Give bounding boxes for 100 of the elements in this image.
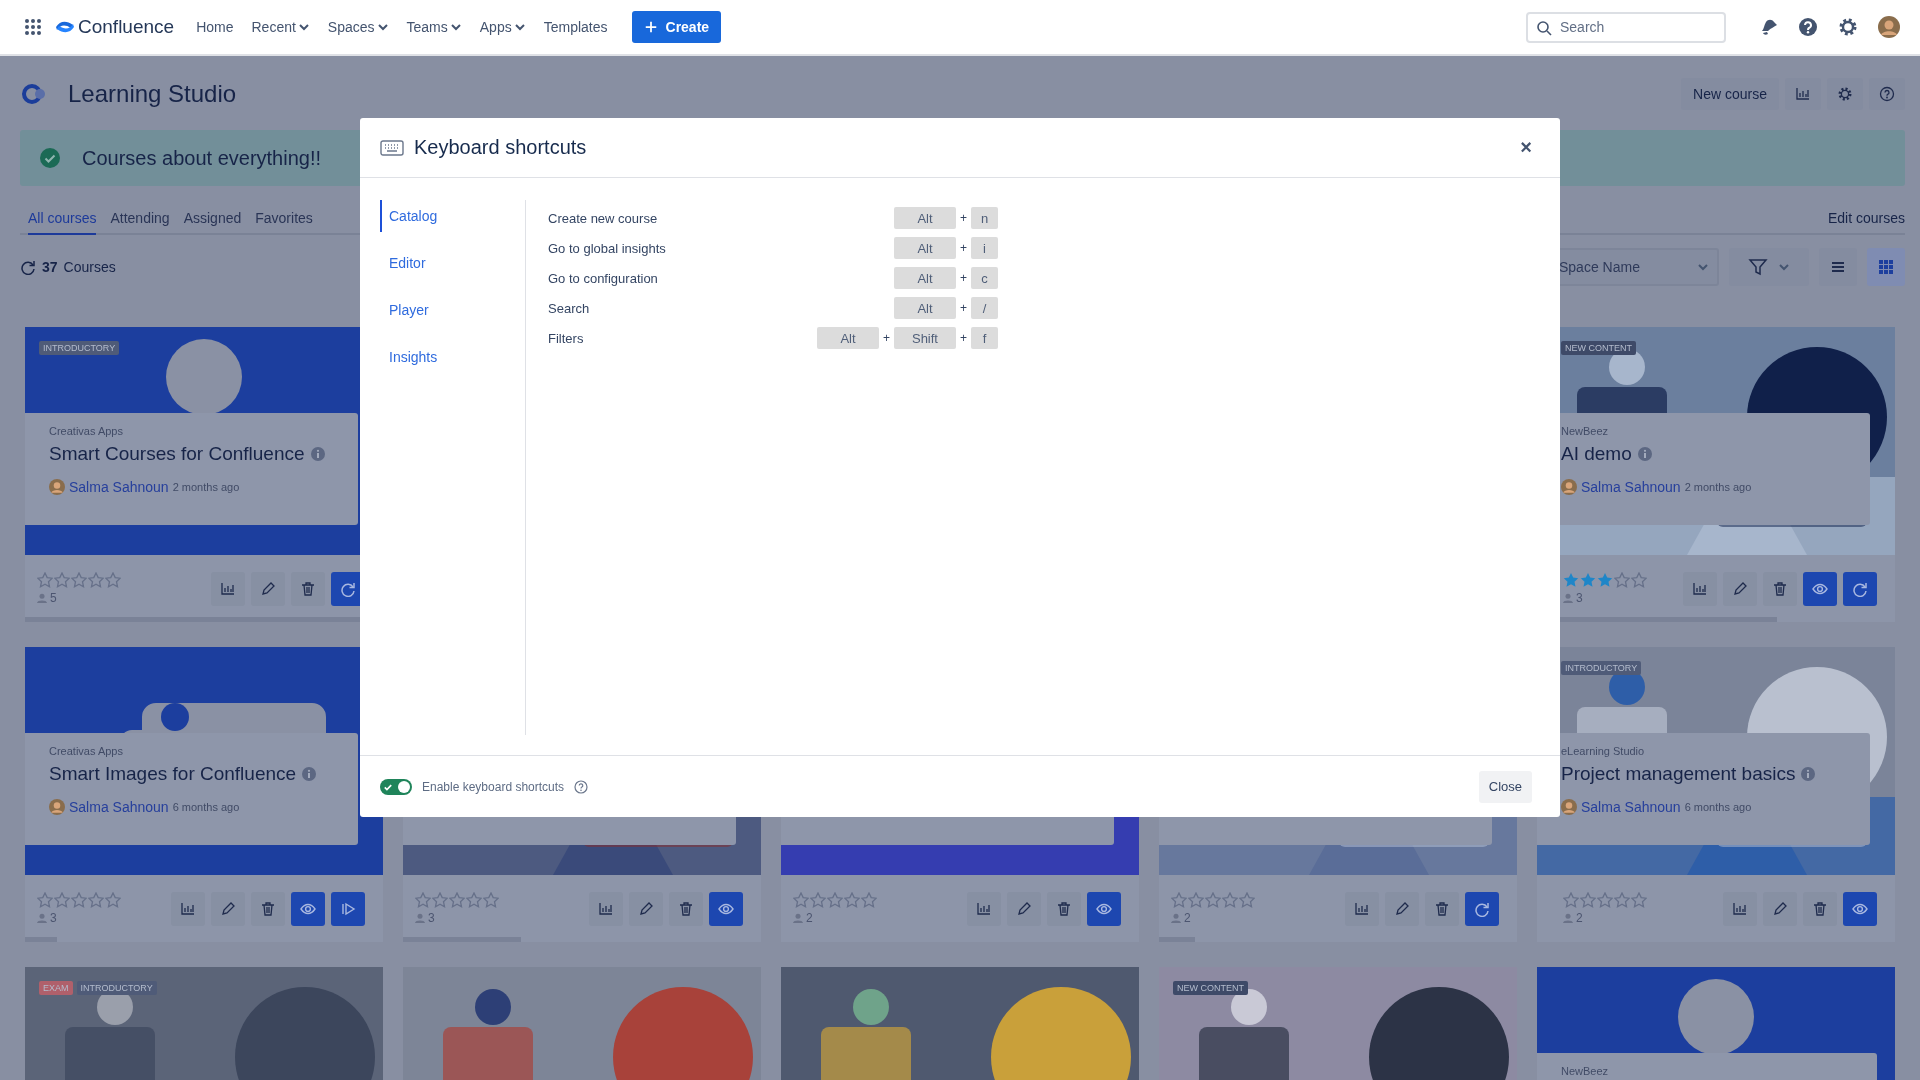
- star-icon[interactable]: [1563, 892, 1579, 908]
- nav-menu-item[interactable]: Recent: [251, 15, 310, 39]
- insights-button[interactable]: [1683, 571, 1717, 606]
- section-tab[interactable]: Catalog: [380, 200, 438, 232]
- close-button[interactable]: Close: [1478, 770, 1532, 803]
- refresh-button[interactable]: [20, 259, 36, 275]
- delete-button[interactable]: [669, 891, 703, 926]
- view-button[interactable]: [1843, 891, 1877, 926]
- configuration-button[interactable]: [1827, 78, 1863, 110]
- delete-button[interactable]: [291, 571, 325, 606]
- star-icon[interactable]: [88, 572, 104, 588]
- edit-button[interactable]: [1007, 891, 1041, 926]
- insights-button[interactable]: [1345, 891, 1379, 926]
- star-icon[interactable]: [810, 892, 826, 908]
- insights-button[interactable]: [1723, 891, 1757, 926]
- view-button[interactable]: [1087, 891, 1121, 926]
- play-button[interactable]: [331, 891, 365, 926]
- star-icon[interactable]: [54, 572, 70, 588]
- nav-menu-item[interactable]: Teams: [406, 15, 462, 39]
- star-icon[interactable]: [37, 572, 53, 588]
- star-icon[interactable]: [71, 892, 87, 908]
- edit-button[interactable]: [629, 891, 663, 926]
- star-icon[interactable]: [483, 892, 499, 908]
- star-icon[interactable]: [1614, 572, 1630, 588]
- star-icon[interactable]: [861, 892, 877, 908]
- restart-button[interactable]: [1465, 891, 1499, 926]
- nav-menu-item[interactable]: Home: [196, 15, 234, 39]
- list-view-button[interactable]: [1819, 248, 1857, 286]
- section-tab[interactable]: Player: [380, 294, 429, 326]
- author-link[interactable]: Salma Sahnoun: [69, 799, 169, 815]
- view-button[interactable]: [291, 891, 325, 926]
- star-icon[interactable]: [1205, 892, 1221, 908]
- nav-menu-item[interactable]: Templates: [543, 15, 608, 39]
- star-icon[interactable]: [844, 892, 860, 908]
- new-course-button[interactable]: New course: [1681, 78, 1779, 110]
- star-icon[interactable]: [827, 892, 843, 908]
- nav-menu-item[interactable]: Spaces: [327, 15, 389, 39]
- toggle-switch[interactable]: [380, 778, 412, 795]
- star-icon[interactable]: [37, 892, 53, 908]
- insights-button[interactable]: [1785, 78, 1821, 110]
- edit-button[interactable]: [1385, 891, 1419, 926]
- delete-button[interactable]: [251, 891, 285, 926]
- star-icon[interactable]: [1597, 892, 1613, 908]
- edit-button[interactable]: [251, 571, 285, 606]
- star-icon[interactable]: [1597, 572, 1613, 588]
- bar-chart-icon: [598, 900, 614, 917]
- edit-courses-link[interactable]: Edit courses: [1827, 210, 1905, 233]
- author-link[interactable]: Salma Sahnoun: [1581, 479, 1681, 495]
- star-icon[interactable]: [1580, 572, 1596, 588]
- insights-button[interactable]: [171, 891, 205, 926]
- star-icon[interactable]: [1631, 572, 1647, 588]
- restart-button[interactable]: [1843, 571, 1877, 606]
- view-button[interactable]: [709, 891, 743, 926]
- edit-button[interactable]: [1723, 571, 1757, 606]
- star-icon[interactable]: [449, 892, 465, 908]
- search-field[interactable]: Search: [1526, 11, 1726, 43]
- star-icon[interactable]: [415, 892, 431, 908]
- star-icon[interactable]: [105, 892, 121, 908]
- delete-button[interactable]: [1047, 891, 1081, 926]
- star-icon[interactable]: [1188, 892, 1204, 908]
- star-icon[interactable]: [1580, 892, 1596, 908]
- view-button[interactable]: [1803, 571, 1837, 606]
- create-button[interactable]: Create: [631, 11, 722, 43]
- tab[interactable]: Favorites: [255, 204, 313, 235]
- insights-button[interactable]: [967, 891, 1001, 926]
- star-icon[interactable]: [1239, 892, 1255, 908]
- star-icon[interactable]: [1222, 892, 1238, 908]
- delete-button[interactable]: [1763, 571, 1797, 606]
- help-button[interactable]: [1869, 78, 1905, 110]
- star-icon[interactable]: [432, 892, 448, 908]
- star-icon[interactable]: [793, 892, 809, 908]
- star-icon[interactable]: [1631, 892, 1647, 908]
- star-icon[interactable]: [71, 572, 87, 588]
- author-link[interactable]: Salma Sahnoun: [69, 479, 169, 495]
- tab[interactable]: Attending: [110, 204, 170, 235]
- settings-icon: [1837, 86, 1853, 102]
- edit-button[interactable]: [211, 891, 245, 926]
- insights-button[interactable]: [589, 891, 623, 926]
- confluence-logo[interactable]: Confluence: [56, 16, 175, 38]
- section-tab[interactable]: Editor: [380, 247, 426, 279]
- author-link[interactable]: Salma Sahnoun: [1581, 799, 1681, 815]
- star-icon[interactable]: [466, 892, 482, 908]
- section-tab[interactable]: Insights: [380, 341, 438, 373]
- grid-view-button[interactable]: [1867, 248, 1905, 286]
- nav-menu-item[interactable]: Apps: [479, 15, 526, 39]
- star-icon[interactable]: [54, 892, 70, 908]
- tab[interactable]: Assigned: [183, 204, 242, 235]
- star-icon[interactable]: [105, 572, 121, 588]
- tab[interactable]: All courses: [28, 204, 97, 235]
- delete-button[interactable]: [1425, 891, 1459, 926]
- star-icon[interactable]: [1563, 572, 1579, 588]
- star-icon[interactable]: [1171, 892, 1187, 908]
- edit-button[interactable]: [1763, 891, 1797, 926]
- delete-button[interactable]: [1803, 891, 1837, 926]
- insights-button[interactable]: [211, 571, 245, 606]
- participants-icon: [1171, 913, 1181, 923]
- star-icon[interactable]: [88, 892, 104, 908]
- star-icon[interactable]: [1614, 892, 1630, 908]
- filter-button[interactable]: [1729, 248, 1809, 286]
- close-button[interactable]: ×: [1514, 136, 1538, 159]
